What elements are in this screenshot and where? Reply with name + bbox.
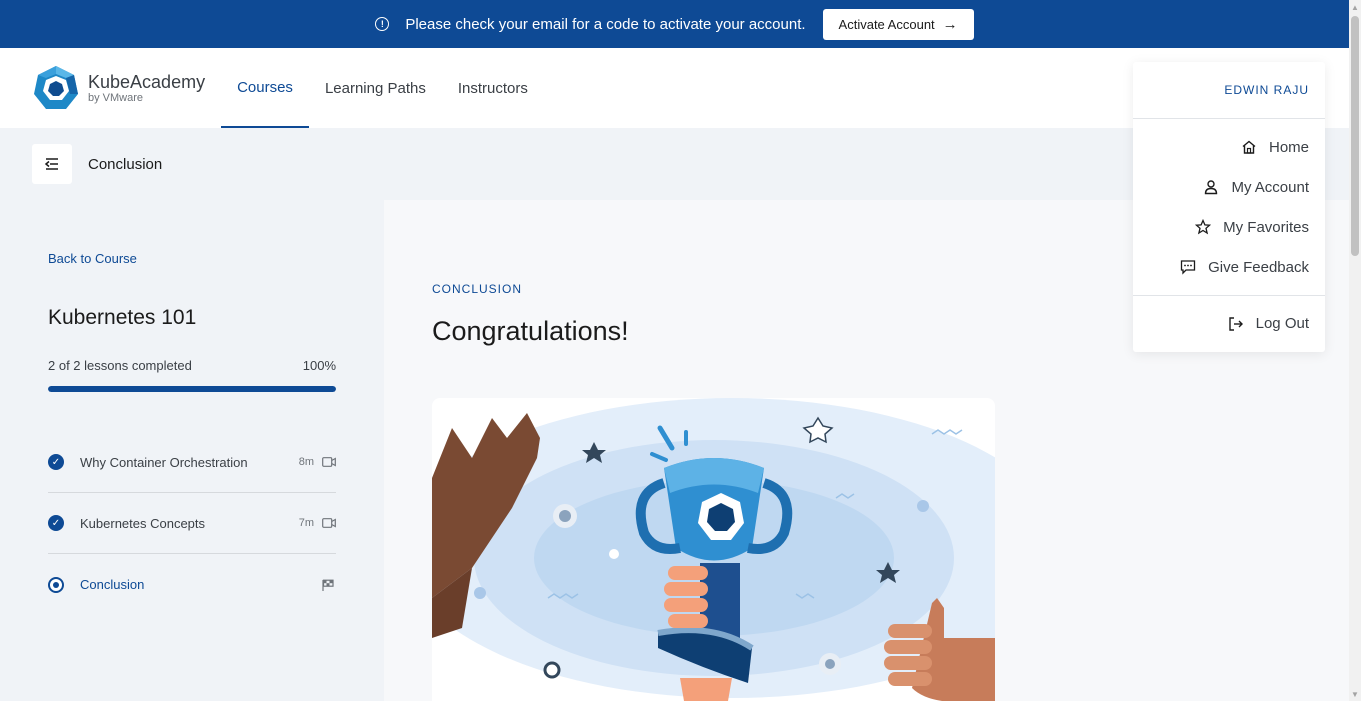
star-icon [1195,219,1212,235]
menu-item-label: Home [1268,138,1309,156]
course-title: Kubernetes 101 [48,306,197,329]
lesson-name: Conclusion [80,577,145,592]
kubeacademy-logo-icon [34,66,78,109]
lesson-item-kubernetes-concepts[interactable]: ✓ Kubernetes Concepts 7m [48,493,336,554]
nav-instructors[interactable]: Instructors [442,48,544,128]
back-to-course-link[interactable]: Back to Course [48,251,137,266]
progress-text: 2 of 2 lessons completed [48,358,192,373]
menu-item-home[interactable]: Home [1133,127,1325,167]
check-circle-icon: ✓ [48,515,64,531]
kubeacademy-logo[interactable]: KubeAcademy by VMware [32,64,205,112]
nav-courses[interactable]: Courses [221,48,309,128]
course-sidebar: Back to Course Kubernetes 101 2 of 2 les… [48,250,336,615]
activate-account-label: Activate Account [838,16,935,32]
lesson-name: Kubernetes Concepts [80,515,206,531]
lesson-item-conclusion[interactable]: Conclusion [48,554,336,615]
progress-bar [48,386,336,392]
lesson-duration: 7m [298,517,314,529]
nav-learning-paths[interactable]: Learning Paths [309,48,442,128]
page-title: Congratulations! [432,316,629,346]
lesson-duration: 8m [298,456,314,468]
info-icon: ! [375,17,390,31]
user-name[interactable]: EDWIN RAJU [1133,62,1325,119]
menu-item-label: My Favorites [1223,218,1309,236]
current-lesson-icon [48,576,64,593]
home-icon [1242,140,1256,154]
menu-item-my-favorites[interactable]: My Favorites [1133,207,1325,247]
logout-icon [1228,316,1243,331]
nav-links: Courses Learning Paths Instructors [221,48,544,128]
scrollbar-thumb[interactable] [1351,16,1359,256]
menu-item-label: My Account [1231,178,1309,196]
activation-banner: ! Please check your email for a code to … [0,0,1349,48]
video-icon [322,456,336,468]
user-menu-dropdown: EDWIN RAJU Home My Account My Favorites … [1133,62,1325,352]
lesson-list: ✓ Why Container Orchestration 8m ✓ Kuber… [48,432,336,615]
video-icon [322,517,336,529]
logout-button[interactable]: Log Out [1133,296,1325,351]
trophy-illustration [432,398,995,701]
lesson-item-why-container-orchestration[interactable]: ✓ Why Container Orchestration 8m [48,432,336,493]
activate-account-button[interactable]: Activate Account → [822,8,974,40]
check-circle-icon: ✓ [48,454,64,470]
user-menu-list: Home My Account My Favorites Give Feedba… [1133,119,1325,296]
progress-percent: 100% [302,358,336,373]
menu-item-my-account[interactable]: My Account [1133,167,1325,207]
lesson-name: Why Container Orchestration [80,454,248,470]
scroll-down-arrow-icon[interactable]: ▼ [1349,687,1361,701]
user-icon [1205,180,1218,195]
progress-row: 2 of 2 lessons completed 100% [48,358,336,373]
lesson-title: Conclusion [88,155,163,173]
menu-collapse-icon [44,158,58,170]
arrow-right-icon: → [942,15,958,33]
feedback-icon [1180,260,1196,275]
lesson-bar: Conclusion [32,144,162,184]
page-scrollbar[interactable]: ▲ ▼ [1349,0,1361,701]
menu-item-label: Give Feedback [1208,258,1309,276]
menu-item-give-feedback[interactable]: Give Feedback [1133,247,1325,287]
progress-bar-fill [48,386,336,392]
brand-name: KubeAcademy [88,71,206,92]
flag-icon [322,579,336,591]
section-eyebrow: CONCLUSION [432,282,523,296]
scroll-up-arrow-icon[interactable]: ▲ [1349,0,1361,14]
brand-sub: by VMware [88,91,144,104]
banner-message: Please check your email for a code to ac… [405,15,806,33]
logout-label: Log Out [1255,315,1309,332]
sidebar-toggle-button[interactable] [32,144,72,184]
